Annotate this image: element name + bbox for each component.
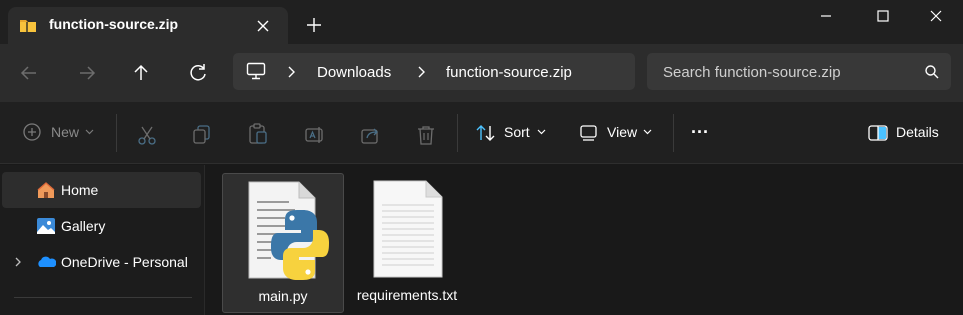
view-icon <box>580 125 597 141</box>
search-box[interactable]: Search function-source.zip <box>647 53 951 90</box>
toolbar-divider <box>457 114 458 152</box>
sidebar-divider <box>14 297 192 298</box>
new-button[interactable]: New <box>22 120 98 146</box>
details-pane-icon <box>868 125 888 141</box>
rename-icon[interactable] <box>304 122 326 148</box>
file-item-requirements-txt[interactable]: requirements.txt <box>346 173 468 313</box>
sidebar-item-label: Gallery <box>61 218 106 234</box>
zip-folder-icon <box>20 20 36 32</box>
sidebar-item-gallery[interactable]: Gallery <box>2 208 201 244</box>
toolbar-divider <box>116 114 117 152</box>
file-name: main.py <box>258 288 308 304</box>
close-window-icon[interactable] <box>914 0 960 32</box>
title-bar: function-source.zip <box>0 0 963 44</box>
details-button[interactable]: Details <box>867 120 947 146</box>
toolbar-divider <box>673 114 674 152</box>
file-item-main-py[interactable]: main.py <box>222 173 344 313</box>
sidebar-item-label: Home <box>61 182 99 198</box>
cut-icon[interactable] <box>137 122 157 148</box>
view-button[interactable]: View <box>579 120 655 146</box>
sort-icon <box>476 125 495 141</box>
copy-icon[interactable] <box>192 122 212 148</box>
refresh-icon[interactable] <box>185 60 211 86</box>
address-bar[interactable]: Downloads function-source.zip <box>233 53 635 90</box>
tab-function-source[interactable]: function-source.zip <box>8 7 288 44</box>
chevron-down-icon <box>643 129 652 135</box>
sidebar-item-label: OneDrive - Personal <box>61 254 188 270</box>
paste-icon[interactable] <box>248 121 268 147</box>
back-arrow-icon[interactable] <box>16 60 42 86</box>
chevron-down-icon <box>85 129 94 135</box>
search-icon[interactable] <box>924 64 940 80</box>
sort-label: Sort <box>504 124 530 140</box>
more-icon: ... <box>691 117 710 137</box>
details-label: Details <box>896 124 939 140</box>
breadcrumb-chevron-icon[interactable] <box>415 65 427 79</box>
new-label: New <box>51 124 80 140</box>
navigation-bar: Downloads function-source.zip Search fun… <box>0 44 963 102</box>
close-tab-icon[interactable] <box>252 15 274 37</box>
breadcrumb-function-source[interactable]: function-source.zip <box>446 64 572 81</box>
this-pc-icon[interactable] <box>246 62 266 80</box>
maximize-icon[interactable] <box>860 0 906 32</box>
chevron-down-icon <box>537 129 546 135</box>
sidebar-item-onedrive[interactable]: OneDrive - Personal <box>2 244 201 280</box>
new-tab-icon[interactable] <box>303 14 325 36</box>
minimize-icon[interactable] <box>803 0 849 32</box>
file-explorer-window: function-source.zip Downloads function-s… <box>0 0 963 315</box>
forward-arrow-icon[interactable] <box>74 60 100 86</box>
search-placeholder[interactable]: Search function-source.zip <box>663 64 841 81</box>
sort-button[interactable]: Sort <box>475 120 549 146</box>
gallery-icon <box>37 218 55 234</box>
home-icon <box>37 182 55 198</box>
breadcrumb-chevron-icon[interactable] <box>285 65 297 79</box>
new-plus-icon <box>23 123 41 141</box>
navigation-pane: Home Gallery OneDrive - Personal <box>0 165 205 315</box>
sidebar-item-home[interactable]: Home <box>2 172 201 208</box>
command-bar: New Sort View ... Details <box>0 102 963 164</box>
more-options-button[interactable]: ... <box>690 117 714 146</box>
breadcrumb-downloads[interactable]: Downloads <box>317 64 391 81</box>
file-view: main.py requirements.txt <box>206 165 963 315</box>
text-file-icon <box>373 180 443 278</box>
expand-chevron-icon[interactable] <box>13 256 23 268</box>
python-file-icon <box>248 181 329 280</box>
file-name: requirements.txt <box>356 287 458 303</box>
delete-icon[interactable] <box>416 122 436 148</box>
onedrive-icon <box>38 256 56 267</box>
up-arrow-icon[interactable] <box>128 60 154 86</box>
share-icon[interactable] <box>360 122 382 148</box>
tab-title: function-source.zip <box>49 16 179 32</box>
view-label: View <box>607 124 638 140</box>
